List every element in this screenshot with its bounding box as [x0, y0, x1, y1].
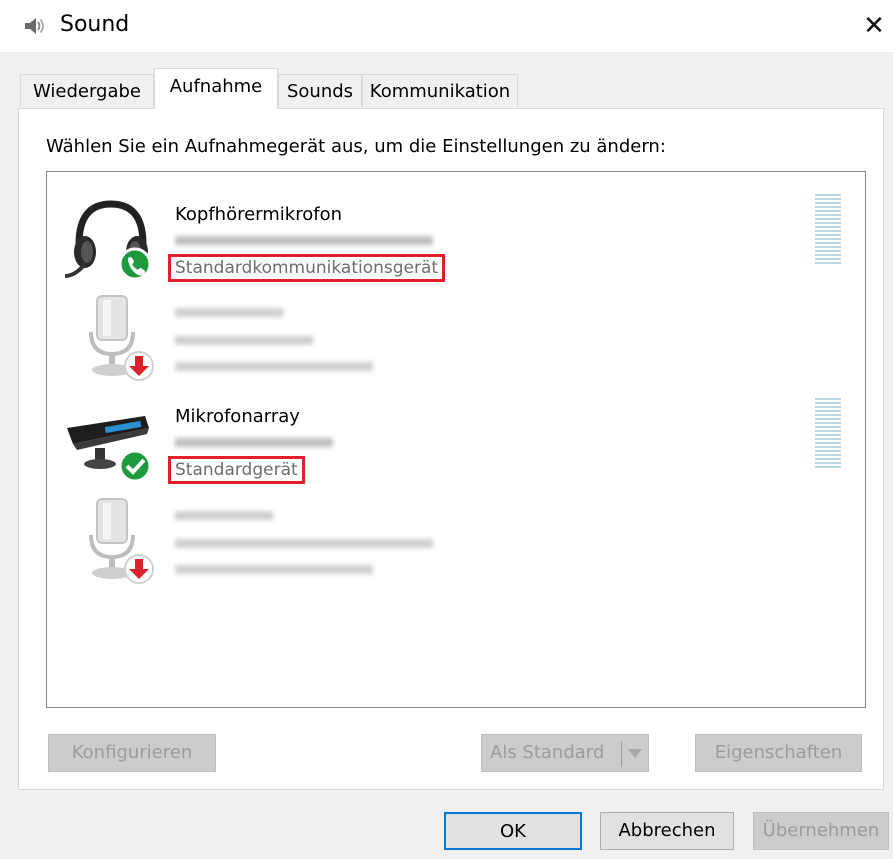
- device-list[interactable]: Kopfhörermikrofon Standardkommunikations…: [46, 171, 866, 708]
- level-meter: [815, 194, 841, 268]
- cancel-button[interactable]: Abbrechen: [600, 812, 734, 850]
- close-button[interactable]: ✕: [858, 8, 890, 44]
- device-item-mic-array[interactable]: Mikrofonarray Standardgerät: [47, 384, 865, 484]
- properties-button[interactable]: Eigenschaften: [695, 734, 862, 772]
- ok-button[interactable]: OK: [444, 812, 582, 850]
- set-default-split-button[interactable]: Als Standard: [481, 734, 649, 772]
- device-item-headset[interactable]: Kopfhörermikrofon Standardkommunikations…: [47, 182, 865, 282]
- title-bar: Sound ✕: [0, 0, 893, 52]
- chevron-down-icon[interactable]: [628, 749, 642, 758]
- device-description-redacted: [175, 232, 435, 253]
- configure-button[interactable]: Konfigurieren: [48, 734, 216, 772]
- device-description-redacted: [175, 332, 315, 353]
- disabled-arrow-icon: [124, 351, 154, 381]
- device-item-mic-disabled-1[interactable]: [47, 282, 865, 381]
- check-icon: [118, 449, 152, 483]
- tab-aufnahme[interactable]: Aufnahme: [154, 68, 278, 109]
- device-name-redacted: [175, 507, 275, 528]
- tab-sounds[interactable]: Sounds: [278, 74, 362, 107]
- microphone-icon: [89, 498, 154, 584]
- device-description-redacted: [175, 535, 435, 556]
- device-name: Kopfhörermikrofon: [175, 204, 343, 225]
- device-status-highlighted: Standardkommunikationsgerät: [167, 254, 446, 282]
- device-name-redacted: [175, 304, 285, 325]
- disabled-arrow-icon: [124, 554, 154, 584]
- device-description-redacted: [175, 434, 335, 455]
- device-item-mic-disabled-2[interactable]: [47, 485, 865, 584]
- device-name: Mikrofonarray: [175, 406, 300, 427]
- headset-icon: [65, 200, 152, 281]
- split-divider: [621, 741, 622, 767]
- apply-button[interactable]: Übernehmen: [753, 812, 889, 850]
- device-status-highlighted: Standardgerät: [168, 456, 305, 484]
- instruction-text: Wählen Sie ein Aufnahmegerät aus, um die…: [46, 136, 666, 157]
- window-title: Sound: [60, 12, 130, 37]
- device-status-redacted: [175, 358, 375, 379]
- device-status-redacted: [175, 561, 375, 582]
- level-meter: [815, 398, 841, 472]
- tab-kommunikation[interactable]: Kommunikation: [362, 74, 518, 107]
- tab-wiedergabe[interactable]: Wiedergabe: [20, 74, 154, 107]
- set-default-label: Als Standard: [490, 742, 605, 763]
- microphone-icon: [89, 295, 154, 381]
- speaker-icon: [25, 18, 44, 34]
- close-icon: ✕: [863, 11, 885, 41]
- phone-check-icon: [118, 247, 152, 281]
- mic-array-icon: [67, 416, 152, 483]
- redacted-text: [175, 236, 433, 245]
